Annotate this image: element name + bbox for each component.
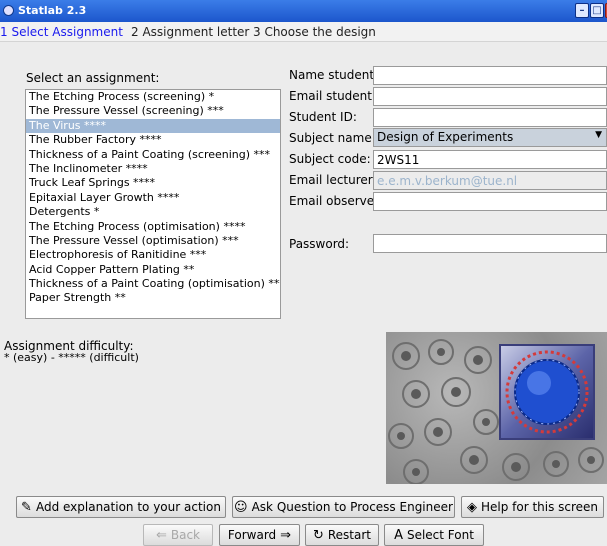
pen-icon: ✎ [21, 499, 32, 515]
tab-select-assignment[interactable]: 1 Select Assignment [0, 25, 123, 39]
list-item[interactable]: Truck Leaf Springs **** [26, 176, 280, 190]
list-item[interactable]: The Etching Process (optimisation) **** [26, 220, 280, 234]
subject-code-label: Subject code: [289, 152, 371, 166]
password-field[interactable] [373, 234, 607, 253]
subject-name-value: Design of Experiments [377, 130, 514, 144]
select-font-label: Select Font [406, 528, 474, 542]
password-label: Password: [289, 237, 350, 251]
list-item[interactable]: Acid Copper Pattern Plating ** [26, 263, 280, 277]
list-item[interactable]: Detergents * [26, 205, 280, 219]
help-button[interactable]: ◈ Help for this screen [461, 496, 604, 518]
question-icon: ☺ [234, 499, 248, 515]
add-explanation-button[interactable]: ✎ Add explanation to your action [16, 496, 226, 518]
assignment-list-label: Select an assignment: [26, 71, 160, 85]
email-observer-field[interactable] [373, 192, 607, 211]
subject-name-label: Subject name: [289, 131, 376, 145]
title-bar: Statlab 2.3 – □ ✕ [0, 0, 607, 22]
add-explanation-label: Add explanation to your action [35, 500, 221, 514]
step-tabs: 1 Select Assignment 2 Assignment letter … [0, 22, 607, 42]
back-button[interactable]: ⇐ Back [143, 524, 213, 546]
email-student-field[interactable] [373, 87, 607, 106]
ask-question-button[interactable]: ☺ Ask Question to Process Engineer [232, 496, 455, 518]
minimize-button[interactable]: – [575, 3, 589, 18]
restart-button[interactable]: ↻ Restart [305, 524, 379, 546]
list-item[interactable]: The Inclinometer **** [26, 162, 280, 176]
email-student-label: Email student: [289, 89, 377, 103]
email-lecturer-label: Email lecturer: [289, 173, 377, 187]
list-item[interactable]: The Pressure Vessel (screening) *** [26, 104, 280, 118]
select-font-button[interactable]: A Select Font [384, 524, 484, 546]
subject-name-select[interactable]: Design of Experiments ▼ [373, 128, 607, 147]
restart-icon: ↻ [312, 527, 324, 543]
help-book-icon: ◈ [466, 499, 477, 515]
arrow-left-icon: ⇐ [155, 527, 167, 543]
maximize-button[interactable]: □ [590, 3, 604, 18]
back-label: Back [170, 528, 201, 542]
student-id-label: Student ID: [289, 110, 357, 124]
help-label: Help for this screen [480, 500, 599, 514]
list-item[interactable]: Thickness of a Paint Coating (screening)… [26, 148, 280, 162]
list-item[interactable]: Paper Strength ** [26, 291, 280, 305]
forward-label: Forward [227, 528, 277, 542]
list-item[interactable]: The Virus **** [26, 118, 280, 134]
email-observer-label: Email observer: [289, 194, 383, 208]
restart-label: Restart [327, 528, 372, 542]
name-student-label: Name student: [289, 68, 379, 82]
subject-code-field[interactable] [373, 150, 607, 169]
list-item[interactable]: The Pressure Vessel (optimisation) *** [26, 234, 280, 248]
virus-model-inset [499, 344, 595, 440]
virus-illustration [386, 332, 607, 484]
font-icon: A [394, 527, 403, 543]
list-item[interactable]: Electrophoresis of Ranitidine *** [26, 248, 280, 262]
difficulty-scale: * (easy) - ***** (difficult) [4, 351, 139, 364]
student-id-field[interactable] [373, 108, 607, 127]
app-icon [3, 5, 14, 16]
ask-question-label: Ask Question to Process Engineer [251, 500, 453, 514]
list-item[interactable]: Epitaxial Layer Growth **** [26, 191, 280, 205]
tab-choose-design[interactable]: 3 Choose the design [253, 25, 376, 39]
name-student-field[interactable] [373, 66, 607, 85]
email-lecturer-field [373, 171, 607, 190]
chevron-down-icon: ▼ [595, 130, 602, 140]
virus-model-icon [505, 350, 589, 434]
assignment-list[interactable]: The Etching Process (screening) * The Pre… [25, 89, 281, 319]
arrow-right-icon: ⇒ [280, 527, 292, 543]
list-item[interactable]: The Etching Process (screening) * [26, 90, 280, 104]
list-item[interactable]: The Rubber Factory **** [26, 133, 280, 147]
list-item[interactable]: Thickness of a Paint Coating (optimisati… [26, 277, 280, 291]
tab-assignment-letter[interactable]: 2 Assignment letter [131, 25, 249, 39]
window-title: Statlab 2.3 [18, 4, 87, 17]
forward-button[interactable]: Forward ⇒ [219, 524, 300, 546]
